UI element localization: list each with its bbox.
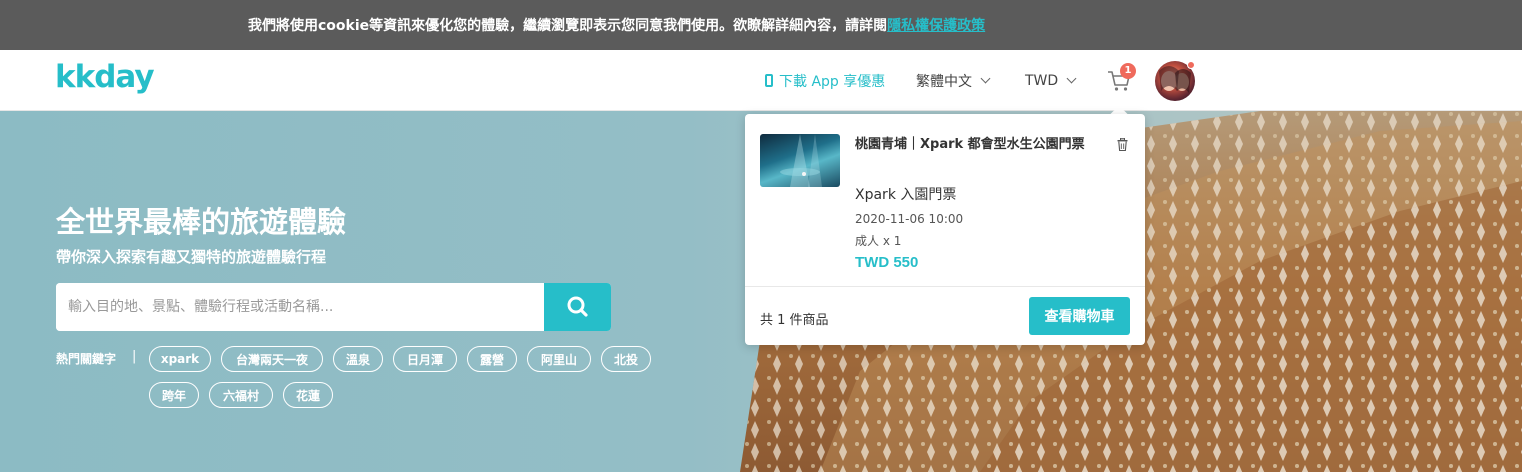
kkday-logo[interactable]: kkday <box>55 59 155 95</box>
language-selector[interactable]: 繁體中文 <box>916 50 991 111</box>
chevron-down-icon <box>1066 73 1077 84</box>
keyword-chip[interactable]: 六福村 <box>209 382 273 408</box>
cart-item-date: 2020-11-06 10:00 <box>855 212 964 226</box>
hot-keywords-label: 熱門關鍵字 <box>56 352 117 366</box>
download-app-label: 下載 App 享優惠 <box>779 73 886 90</box>
cart-popup: 桃園青埔｜Xpark 都會型水生公園門票 Xpark 入園門票 2020-11-… <box>745 114 1145 345</box>
cart-item-option: Xpark 入園門票 <box>855 187 957 203</box>
keyword-chip[interactable]: 阿里山 <box>527 346 591 372</box>
keyword-chip[interactable]: 溫泉 <box>333 346 383 372</box>
cart-item-title[interactable]: 桃園青埔｜Xpark 都會型水生公園門票 <box>855 134 1103 155</box>
cart-item-price: TWD 550 <box>855 254 919 271</box>
phone-icon <box>765 74 773 87</box>
cart-item-quantity: 成人 x 1 <box>855 234 902 248</box>
cart-popup-divider <box>745 286 1145 287</box>
product-thumbnail[interactable] <box>760 134 840 187</box>
view-cart-button[interactable]: 查看購物車 <box>1029 297 1130 335</box>
currency-label: TWD <box>1025 72 1059 89</box>
search-icon <box>567 296 588 317</box>
site-header: kkday 下載 App 享優惠 繁體中文 TWD 1 <box>0 50 1522 111</box>
notification-dot <box>1187 61 1195 69</box>
search-button[interactable] <box>544 283 611 331</box>
keyword-chip[interactable]: 花蓮 <box>283 382 333 408</box>
privacy-policy-link[interactable]: 隱私權保護政策 <box>887 15 985 35</box>
currency-selector[interactable]: TWD <box>1025 50 1077 111</box>
keyword-chip[interactable]: 台灣兩天一夜 <box>221 346 323 372</box>
language-label: 繁體中文 <box>916 73 972 90</box>
keywords-separator: | <box>132 349 137 364</box>
keyword-chip[interactable]: 北投 <box>601 346 651 372</box>
keyword-chip[interactable]: xpark <box>149 346 211 372</box>
search-input[interactable] <box>56 283 544 331</box>
cookie-banner-text: 我們將使用cookie等資訊來優化您的體驗，繼續瀏覽即表示您同意我們使用。欲瞭解… <box>248 18 888 34</box>
keyword-chip[interactable]: 日月潭 <box>393 346 457 372</box>
trash-icon[interactable] <box>1117 138 1128 151</box>
keyword-chip[interactable]: 露營 <box>467 346 517 372</box>
cart-item-count: 共 1 件商品 <box>760 313 829 328</box>
search-bar <box>56 283 611 331</box>
download-app-link[interactable]: 下載 App 享優惠 <box>765 50 885 111</box>
hero-title: 全世界最棒的旅遊體驗 <box>56 205 347 239</box>
cookie-banner: 我們將使用cookie等資訊來優化您的體驗，繼續瀏覽即表示您同意我們使用。欲瞭解… <box>0 0 1522 50</box>
hero-subtitle: 帶你深入探索有趣又獨特的旅遊體驗行程 <box>56 248 327 266</box>
chevron-down-icon <box>980 73 991 84</box>
cart-count-badge: 1 <box>1120 63 1136 79</box>
keyword-chip[interactable]: 跨年 <box>149 382 199 408</box>
